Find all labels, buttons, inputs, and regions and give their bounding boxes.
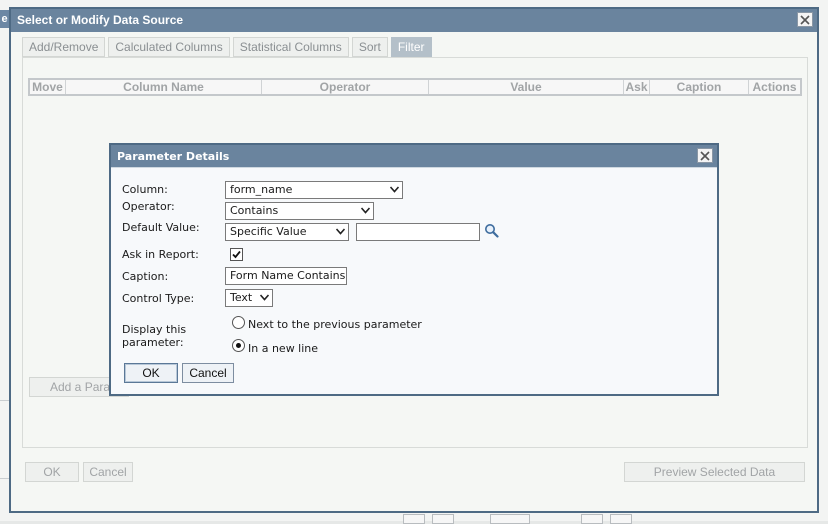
background-pager-button (432, 514, 454, 524)
background-edge-tab: e (0, 10, 9, 28)
operator-select-value: Contains (230, 204, 279, 217)
radio-new-line-label[interactable]: In a new line (248, 342, 318, 355)
cancel-button[interactable]: Cancel (83, 462, 133, 482)
column-header-ask: Ask (624, 80, 650, 94)
parameter-details-modal: Parameter Details Column: form_name Oper… (109, 143, 719, 396)
modal-body: Column: form_name Operator: Contains Def… (111, 167, 717, 394)
control-type-value: Text (230, 291, 253, 304)
default-value-input[interactable] (356, 223, 480, 241)
background-pager-button (581, 514, 603, 524)
default-value-type-value: Specific Value (230, 225, 307, 238)
preview-selected-data-button[interactable]: Preview Selected Data (624, 462, 805, 482)
ask-in-report-checkbox[interactable] (230, 248, 243, 261)
default-value-label: Default Value: (122, 221, 200, 234)
column-header-value: Value (429, 80, 624, 94)
close-icon (800, 15, 810, 25)
ok-button[interactable]: OK (25, 462, 79, 482)
chevron-down-icon (260, 294, 269, 301)
dialog-close-button[interactable] (797, 12, 813, 27)
radio-next-to-previous[interactable] (232, 316, 245, 329)
column-select-value: form_name (230, 183, 293, 196)
radio-next-to-previous-label[interactable]: Next to the previous parameter (248, 318, 422, 331)
chevron-down-icon (361, 207, 370, 214)
display-parameter-label-line2: parameter: (122, 336, 184, 349)
checkmark-icon (232, 250, 241, 259)
chevron-down-icon (390, 186, 399, 193)
background-page-input (490, 514, 530, 524)
control-type-label: Control Type: (122, 292, 195, 305)
chevron-down-icon (336, 228, 345, 235)
tab-bar: Add/Remove Calculated Columns Statistica… (22, 37, 432, 57)
column-select[interactable]: form_name (225, 181, 403, 199)
close-icon (700, 151, 710, 161)
tab-filter[interactable]: Filter (390, 37, 432, 57)
operator-select[interactable]: Contains (225, 202, 374, 220)
dialog-title-bar: Select or Modify Data Source (11, 9, 817, 32)
tab-calculated-columns[interactable]: Calculated Columns (108, 37, 230, 57)
column-label: Column: (122, 183, 168, 196)
background-pager-button (610, 514, 632, 524)
tab-statistical-columns[interactable]: Statistical Columns (232, 37, 349, 57)
ask-in-report-label: Ask in Report: (122, 248, 199, 261)
tab-add-remove[interactable]: Add/Remove (22, 37, 106, 57)
modal-title: Parameter Details (117, 150, 230, 163)
caption-label: Caption: (122, 270, 169, 283)
filter-grid-header: Move Column Name Operator Value Ask Capt… (28, 78, 802, 96)
display-parameter-label-line1: Display this (122, 323, 187, 336)
radio-new-line[interactable] (232, 339, 245, 352)
column-header-operator: Operator (262, 80, 429, 94)
default-value-type-select[interactable]: Specific Value (225, 223, 349, 241)
dialog-title: Select or Modify Data Source (17, 13, 184, 27)
modal-cancel-button[interactable]: Cancel (182, 363, 234, 383)
modal-close-button[interactable] (697, 148, 713, 163)
modal-ok-button[interactable]: OK (124, 363, 178, 383)
column-header-actions: Actions (752, 80, 797, 94)
tab-sort[interactable]: Sort (351, 37, 388, 57)
operator-label: Operator: (122, 200, 175, 213)
control-type-select[interactable]: Text (225, 289, 273, 307)
caption-input[interactable]: Form Name Contains (225, 267, 347, 285)
search-icon[interactable] (484, 223, 499, 238)
column-header-column-name: Column Name (66, 80, 262, 94)
column-header-caption: Caption (650, 80, 749, 94)
background-pager-button (403, 514, 425, 524)
column-header-move: Move (30, 80, 66, 94)
modal-title-bar: Parameter Details (111, 145, 717, 167)
